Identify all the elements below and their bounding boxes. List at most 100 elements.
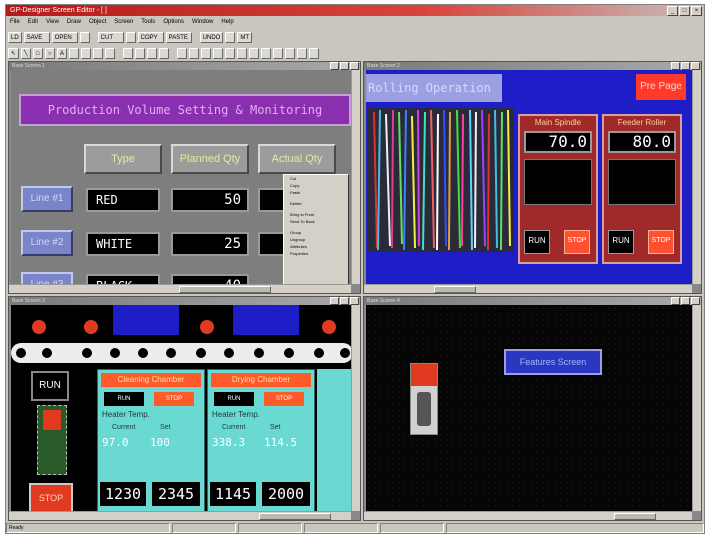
toolbar-button[interactable]: [105, 47, 116, 59]
maximize-icon[interactable]: [340, 62, 349, 70]
drying-run-button[interactable]: RUN: [214, 392, 254, 406]
minimize-icon[interactable]: _: [667, 6, 678, 16]
toolbar-button[interactable]: [249, 47, 260, 59]
toolbar-button[interactable]: [125, 31, 136, 43]
feeder-stop-button[interactable]: STOP: [648, 230, 674, 254]
minimize-icon[interactable]: [671, 62, 680, 70]
toolbar-button[interactable]: [79, 31, 90, 43]
vertical-scrollbar[interactable]: [692, 70, 701, 284]
toolbar-button[interactable]: [189, 47, 200, 59]
toolbar-button[interactable]: [309, 47, 320, 59]
toolbar-button[interactable]: [135, 47, 146, 59]
toolbar-button[interactable]: [213, 47, 224, 59]
horizontal-scrollbar[interactable]: [364, 511, 692, 520]
mt-button[interactable]: MT: [237, 31, 253, 43]
minimize-icon[interactable]: [330, 62, 339, 70]
context-menu-item[interactable]: Properties: [284, 250, 348, 257]
close-icon[interactable]: [691, 62, 700, 70]
copy-button[interactable]: COPY: [137, 31, 164, 43]
line-tool-icon[interactable]: ╲: [21, 47, 32, 59]
cleaning-set-temp[interactable]: 100: [150, 436, 170, 449]
menu-object[interactable]: Object: [89, 17, 106, 27]
vertical-scrollbar[interactable]: [351, 305, 360, 511]
paste-button[interactable]: PASTE: [165, 31, 192, 43]
maximize-icon[interactable]: [340, 297, 349, 305]
conveyor-run-button[interactable]: RUN: [31, 371, 69, 401]
toolbar-button[interactable]: [225, 47, 236, 59]
toolbar-button[interactable]: [177, 47, 188, 59]
screen-window-2[interactable]: Base Screen 2 Rolling Operation Panel Pr…: [363, 61, 702, 294]
main-stop-button[interactable]: STOP: [564, 230, 590, 254]
menu-draw[interactable]: Draw: [67, 17, 81, 27]
toolbar-button[interactable]: [159, 47, 170, 59]
feeder-run-button[interactable]: RUN: [608, 230, 634, 254]
feeder-roller-value[interactable]: 80.0: [608, 131, 676, 153]
main-run-button[interactable]: RUN: [524, 230, 550, 254]
main-keypad[interactable]: [524, 159, 592, 205]
toolbar-button[interactable]: [147, 47, 158, 59]
drying-stop-button[interactable]: STOP: [264, 392, 304, 406]
screen-window-4[interactable]: Base Screen 4 Features Screen: [363, 296, 702, 521]
menu-screen[interactable]: Screen: [114, 17, 133, 27]
screen-window-1[interactable]: Base Screen 1 Production Volume Setting …: [8, 61, 361, 294]
context-menu-item[interactable]: Cut: [284, 175, 348, 182]
menu-file[interactable]: File: [10, 17, 20, 27]
line-1-button[interactable]: Line #1: [21, 186, 73, 212]
screen-window-3[interactable]: Base Screen 3 RUN STOP Cleaning Chamber …: [8, 296, 361, 521]
features-screen-button[interactable]: Features Screen: [504, 349, 602, 375]
context-menu-item[interactable]: Bring to Front: [284, 211, 348, 218]
cleaning-stop-button[interactable]: STOP: [154, 392, 194, 406]
undo-button[interactable]: UNDO: [199, 31, 224, 43]
line-3-button[interactable]: Line #3: [21, 272, 73, 284]
main-spindle-value[interactable]: 70.0: [524, 131, 592, 153]
toolbar-button[interactable]: [261, 47, 272, 59]
toolbar-button[interactable]: [285, 47, 296, 59]
context-menu-item[interactable]: Attributes: [284, 243, 348, 250]
planned-qty-3[interactable]: 40: [171, 274, 249, 284]
context-menu-item[interactable]: Group: [284, 229, 348, 236]
feeder-keypad[interactable]: [608, 159, 676, 205]
line-2-button[interactable]: Line #2: [21, 230, 73, 256]
horizontal-scrollbar[interactable]: [9, 284, 351, 293]
context-menu-item[interactable]: Paste: [284, 189, 348, 196]
menu-tools[interactable]: Tools: [141, 17, 155, 27]
circle-tool-icon[interactable]: ○: [45, 47, 56, 59]
planned-qty-2[interactable]: 25: [171, 232, 249, 256]
toolbar-button[interactable]: [93, 47, 104, 59]
maximize-icon[interactable]: [681, 297, 690, 305]
close-icon[interactable]: [350, 62, 359, 70]
toolbar-button[interactable]: [297, 47, 308, 59]
save-button[interactable]: SAVE: [23, 31, 50, 43]
toolbar-button[interactable]: [69, 47, 80, 59]
vertical-scrollbar[interactable]: [692, 305, 701, 511]
toolbar-button[interactable]: LD: [8, 31, 22, 43]
maximize-icon[interactable]: □: [679, 6, 690, 16]
close-icon[interactable]: [350, 297, 359, 305]
toolbar-button[interactable]: [225, 31, 236, 43]
cleaning-run-button[interactable]: RUN: [104, 392, 144, 406]
close-icon[interactable]: [691, 297, 700, 305]
minimize-icon[interactable]: [671, 297, 680, 305]
maximize-icon[interactable]: [681, 62, 690, 70]
menu-view[interactable]: View: [46, 17, 59, 27]
switch-graphic[interactable]: [410, 363, 438, 435]
close-icon[interactable]: ×: [691, 6, 702, 16]
select-tool-icon[interactable]: ↖: [8, 47, 20, 59]
text-tool-icon[interactable]: A: [57, 47, 68, 59]
horizontal-scrollbar[interactable]: [9, 511, 351, 520]
context-menu-item[interactable]: Send To Back: [284, 218, 348, 225]
menu-edit[interactable]: Edit: [28, 17, 38, 27]
planned-qty-1[interactable]: 50: [171, 188, 249, 212]
conveyor-stop-button[interactable]: STOP: [29, 483, 73, 511]
context-menu-item[interactable]: Delete: [284, 200, 348, 207]
toolbar-button[interactable]: [81, 47, 92, 59]
cut-button[interactable]: CUT: [97, 31, 124, 43]
vertical-scrollbar[interactable]: [351, 70, 360, 284]
drying-set-temp[interactable]: 114.5: [264, 436, 297, 449]
horizontal-scrollbar[interactable]: [364, 284, 692, 293]
rect-tool-icon[interactable]: □: [33, 47, 44, 59]
minimize-icon[interactable]: [330, 297, 339, 305]
toolbar-button[interactable]: [237, 47, 248, 59]
pre-page-button[interactable]: Pre Page: [636, 74, 686, 100]
menu-window[interactable]: Window: [192, 17, 213, 27]
